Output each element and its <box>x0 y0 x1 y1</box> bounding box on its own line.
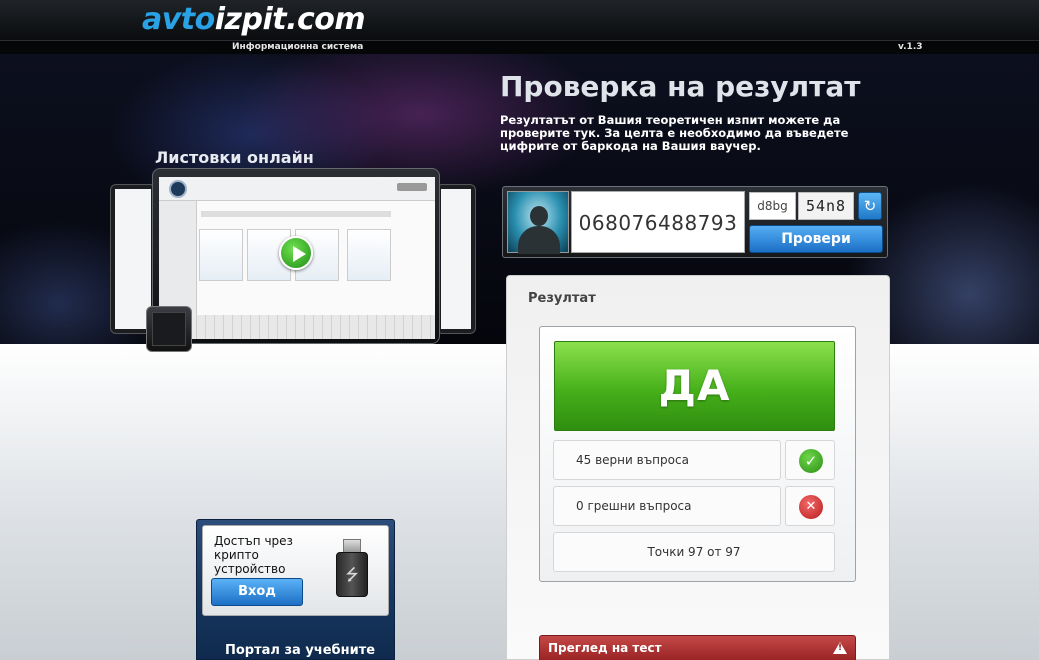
warning-icon <box>833 642 847 654</box>
sub-header <box>0 40 1039 54</box>
page-title: Проверка на резултат <box>500 70 861 103</box>
portal-link[interactable]: Портал за учебните <box>225 643 375 658</box>
login-button[interactable]: Вход <box>211 578 303 606</box>
bus-image <box>347 229 391 281</box>
cross-icon: ✕ <box>799 495 823 519</box>
system-subtitle: Информационна система <box>232 42 364 52</box>
screen-badge-icon <box>169 180 187 198</box>
side-tablet-right <box>436 184 476 334</box>
usb-body: ⭍ <box>336 552 368 597</box>
listovki-heading: Листовки онлайн <box>155 148 314 167</box>
usb-drive-icon: ⭍ <box>336 539 368 597</box>
review-test-button[interactable]: Преглед на тест <box>539 635 856 660</box>
points-summary: Точки 97 от 97 <box>553 532 835 572</box>
refresh-icon[interactable]: ↻ <box>858 192 882 220</box>
check-icon: ✓ <box>799 449 823 473</box>
captcha-input[interactable]: d8bg <box>749 192 796 220</box>
captcha-image: 54n8 <box>798 192 854 220</box>
verify-button[interactable]: Провери <box>749 225 883 253</box>
site-logo[interactable]: avtoizpit.com <box>142 2 366 37</box>
tractor-image <box>199 229 243 281</box>
wrong-icon-box: ✕ <box>785 486 835 526</box>
hero-description: Резултатът от Вашия теоретичен изпит мож… <box>500 113 849 153</box>
side-tablet-left-screen <box>115 189 151 329</box>
screen-header <box>159 177 435 201</box>
crypto-access-text: Достъп чрез крипто устройство <box>214 534 293 576</box>
result-verdict: ДА <box>554 341 835 431</box>
logo-prefix: avto <box>142 2 215 37</box>
review-label: Преглед на тест <box>548 641 662 655</box>
question-number-strip <box>197 315 435 339</box>
version-label: v.1.3 <box>898 42 923 52</box>
screen-question <box>201 211 391 217</box>
correct-icon-box: ✓ <box>785 440 835 480</box>
barcode-input[interactable]: 068076488793 <box>571 191 745 253</box>
logo-rest: izpit.com <box>214 2 366 37</box>
user-silhouette-icon <box>507 191 569 254</box>
side-tablet-right-screen <box>441 189 471 329</box>
correct-answers: 45 верни въпроса <box>553 440 781 480</box>
wrong-answers: 0 грешни въпроса <box>553 486 781 526</box>
play-video-icon[interactable] <box>279 236 313 270</box>
screen-button <box>397 183 427 191</box>
usb-connector <box>343 539 361 553</box>
avatar-head <box>530 206 548 226</box>
result-heading: Резултат <box>528 291 596 306</box>
barcode-check-panel: 068076488793 d8bg 54n8 ↻ Провери <box>502 186 888 258</box>
phone-mockup <box>146 306 192 352</box>
avatar-body <box>518 226 560 254</box>
